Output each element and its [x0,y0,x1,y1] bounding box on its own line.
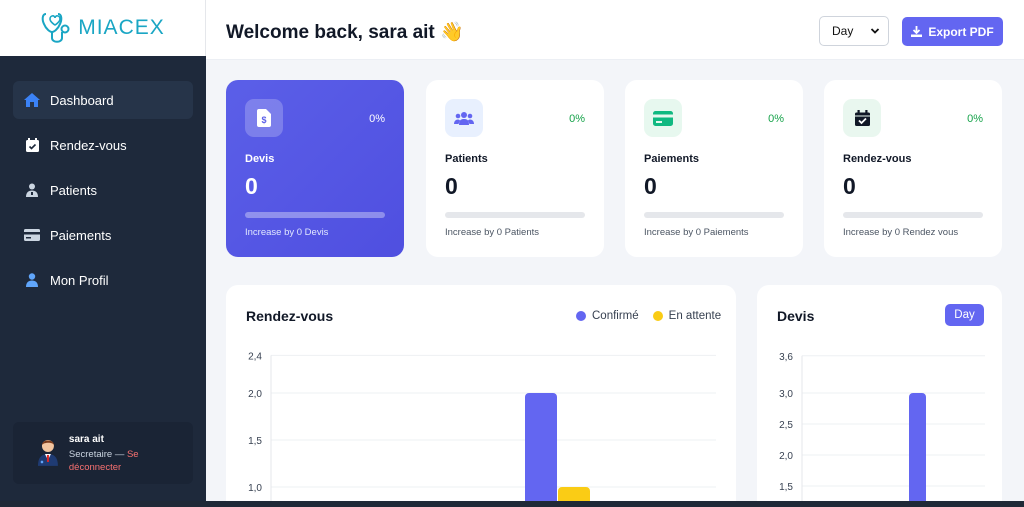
calendar-check-icon [24,137,40,153]
period-select-value: Day [832,24,854,38]
calendar-check-icon [843,99,881,137]
y-tick-label: 1,0 [248,483,262,494]
stat-card-paiements[interactable]: 0% Paiements 0 Increase by 0 Paiements [625,80,803,257]
y-tick-label: 3,0 [779,389,793,400]
user-card: sara ait Secretaire — Se déconnecter [13,422,193,484]
stat-label: Rendez-vous [843,153,912,165]
devis-bar-chart: 3,6 3,0 2,5 2,0 1,5 [779,352,985,507]
chevron-down-icon [870,28,880,34]
user-role: Secretaire — [68,449,127,460]
user-doctor-icon [24,182,40,198]
brand-name: MIACEX [78,16,165,39]
stat-percent: 0% [967,113,983,125]
credit-card-icon [24,227,40,243]
y-tick-label: 2,0 [779,451,793,462]
stethoscope-heart-icon [41,13,70,43]
sidebar-nav: Dashboard Rendez-vous Patients Paiements… [0,56,206,299]
sidebar-item-rendez-vous[interactable]: Rendez-vous [13,126,193,164]
stat-value: 0 [245,173,258,199]
svg-text:$: $ [261,115,266,125]
user-name: sara ait [68,434,104,445]
stat-percent: 0% [369,113,385,125]
stat-percent: 0% [569,113,585,125]
stat-label: Devis [245,153,275,165]
bar-confirmed [525,393,557,507]
credit-card-icon [644,99,682,137]
taskbar [0,501,1024,507]
download-icon [911,26,923,37]
sidebar-item-label: Mon Profil [50,272,109,288]
y-tick-label: 1,5 [248,436,262,447]
bar-devis [909,393,926,507]
stat-progress-bar [843,212,983,218]
page-title: Welcome back, sara ait 👋 [226,22,464,43]
stat-increase-text: Increase by 0 Patients [445,227,539,238]
stat-increase-text: Increase by 0 Rendez vous [843,227,959,238]
stat-card-devis[interactable]: $ 0% Devis 0 Increase by 0 Devis [226,80,404,257]
home-icon [24,92,40,108]
y-tick-label: 1,5 [779,482,793,493]
sidebar-item-label: Patients [50,182,97,198]
stat-value: 0 [843,173,856,199]
y-tick-label: 2,0 [248,389,262,400]
stat-value: 0 [644,173,657,199]
stat-progress-bar [644,212,784,218]
sidebar-item-label: Dashboard [50,92,114,108]
stat-progress-bar [445,212,585,218]
stat-label: Paiements [644,153,700,165]
sidebar: MIACEX Dashboard Rendez-vous Patients Pa… [0,0,206,507]
invoice-icon: $ [245,99,283,137]
sidebar-item-patients[interactable]: Patients [13,171,193,209]
devis-chart-panel: Devis Day 3,6 3,0 2,5 2,0 1,5 [757,285,1002,507]
brand-logo[interactable]: MIACEX [0,0,206,56]
sidebar-item-mon-profil[interactable]: Mon Profil [13,261,193,299]
rendez-vous-chart-panel: Rendez-vous Confirmé En attente 2,4 2,0 1,… [226,285,736,507]
sidebar-item-label: Paiements [50,227,112,243]
export-pdf-label: Export PDF [928,24,994,39]
stat-percent: 0% [768,113,784,125]
sidebar-item-label: Rendez-vous [50,137,127,153]
period-select[interactable]: Day [819,16,889,46]
sidebar-item-dashboard[interactable]: Dashboard [13,81,193,119]
stat-card-patients[interactable]: 0% Patients 0 Increase by 0 Patients [426,80,604,257]
stat-value: 0 [445,173,458,199]
stat-card-rendez-vous[interactable]: 0% Rendez-vous 0 Increase by 0 Rendez vo… [824,80,1002,257]
top-header: Welcome back, sara ait 👋 Day Export PDF [206,0,1024,60]
export-pdf-button[interactable]: Export PDF [902,17,1003,46]
stat-progress-bar [245,212,385,218]
stat-increase-text: Increase by 0 Devis [245,227,329,238]
y-tick-label: 2,4 [248,351,262,362]
user-role-line: Secretaire — Se déconnecter [69,448,193,474]
y-tick-label: 3,6 [779,352,793,363]
user-info: sara ait Secretaire — Se déconnecter [69,434,193,474]
user-icon [24,272,40,288]
users-icon [445,99,483,137]
stat-label: Patients [445,153,488,165]
y-tick-label: 2,5 [779,420,793,431]
rendez-vous-bar-chart: 2,4 2,0 1,5 1,0 [248,351,716,507]
sidebar-item-paiements[interactable]: Paiements [13,216,193,254]
stat-increase-text: Increase by 0 Paiements [644,227,749,238]
avatar [37,440,58,466]
